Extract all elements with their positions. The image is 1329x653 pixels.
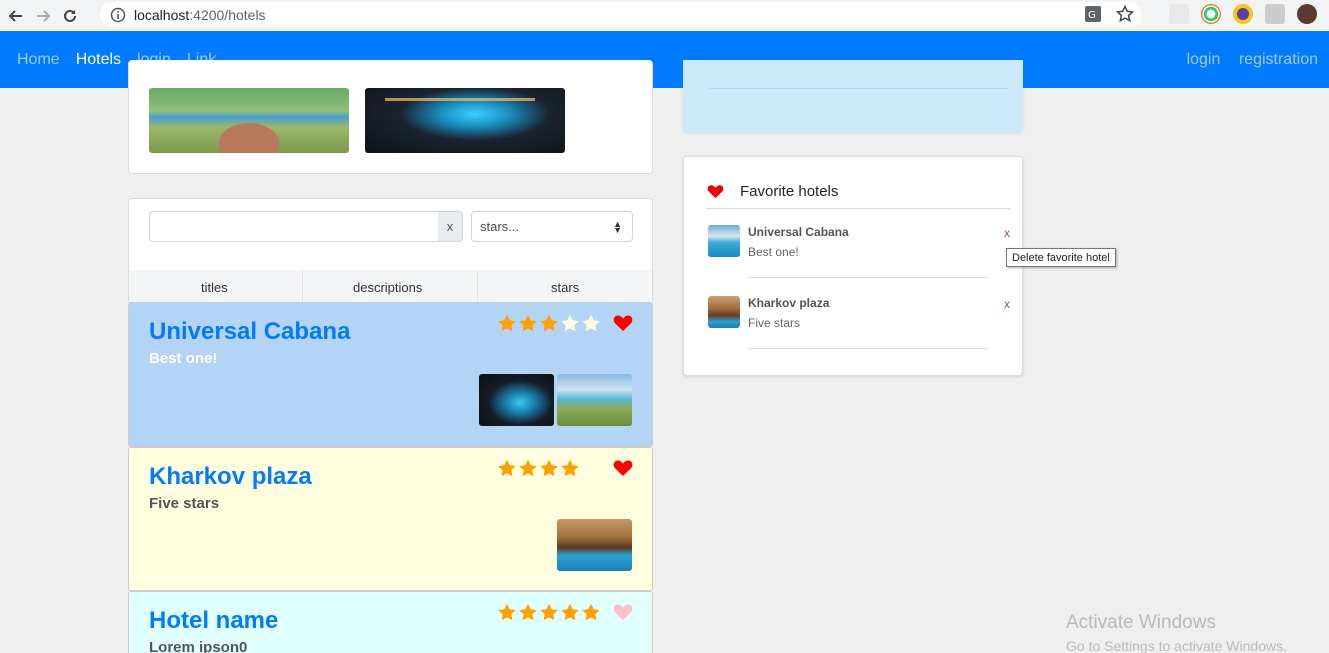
hotel-card[interactable]: Hotel name Lorem ipson0 <box>128 591 653 653</box>
filter-panel: x stars... ▲ ▼ <box>128 198 653 270</box>
star-icon[interactable] <box>518 458 538 478</box>
avatar[interactable] <box>1297 4 1317 24</box>
side-panel <box>683 60 1023 132</box>
forward-button[interactable] <box>32 5 54 27</box>
extension-icon[interactable] <box>1169 4 1189 24</box>
nav-registration[interactable]: registration <box>1239 51 1318 68</box>
extensions <box>1169 4 1317 24</box>
favorite-item: Kharkov plaza Five stars x <box>708 296 1010 356</box>
hotel-description: Lorem ipson0 <box>149 639 248 653</box>
star-icon[interactable] <box>518 602 538 622</box>
hotel-thumbnails <box>557 519 632 571</box>
hotel-thumbnail[interactable] <box>557 374 632 426</box>
hotel-thumbnail[interactable] <box>479 374 554 426</box>
delete-favorite-button[interactable]: x <box>1004 226 1010 240</box>
favorite-item: Universal Cabana Best one! x <box>708 225 1010 285</box>
star-icon[interactable] <box>581 313 601 333</box>
tooltip: Delete favorite hotel <box>1006 248 1116 267</box>
info-icon[interactable] <box>110 7 126 23</box>
svg-text:G: G <box>1088 10 1096 21</box>
favorite-name[interactable]: Universal Cabana <box>748 225 849 239</box>
hotel-gallery-card <box>128 60 653 174</box>
favorite-description: Five stars <box>748 316 801 330</box>
reload-button[interactable] <box>59 5 81 27</box>
hotel-description: Best one! <box>149 350 218 367</box>
heart-icon <box>613 604 633 620</box>
sort-descriptions[interactable]: descriptions <box>353 280 422 295</box>
star-icon[interactable] <box>560 458 580 478</box>
favorite-thumbnail[interactable] <box>708 225 740 257</box>
url-host: localhost <box>134 6 190 23</box>
hotel-name[interactable]: Universal Cabana <box>149 318 350 346</box>
star-icon[interactable] <box>539 602 559 622</box>
address-bar[interactable]: localhost:4200/hotels G <box>100 2 1142 27</box>
watermark-line-1: Activate Windows <box>1066 612 1216 633</box>
translate-icon[interactable]: G <box>1084 5 1102 23</box>
star-rating[interactable] <box>497 458 601 478</box>
star-icon[interactable] <box>518 313 538 333</box>
favorite-description: Best one! <box>748 245 799 259</box>
hotel-thumbnail[interactable] <box>557 519 632 571</box>
favorite-thumbnail[interactable] <box>708 296 740 328</box>
hotel-card[interactable]: Kharkov plaza Five stars <box>128 447 653 591</box>
back-arrow-icon <box>8 9 22 22</box>
forward-arrow-icon <box>37 9 51 22</box>
heart-icon <box>613 460 633 476</box>
hotel-name[interactable]: Kharkov plaza <box>149 463 312 491</box>
favorite-heart-icon[interactable] <box>613 459 633 482</box>
nav-right: login registration <box>1173 51 1318 69</box>
reload-icon <box>64 9 76 22</box>
star-icon[interactable] <box>497 602 517 622</box>
sort-titles[interactable]: titles <box>201 280 228 295</box>
url-text: localhost:4200/hotels <box>134 7 266 23</box>
extension-icon[interactable] <box>1201 4 1221 24</box>
hotel-card[interactable]: Universal Cabana Best one! <box>128 302 653 447</box>
windows-activation-watermark: Activate Windows Go to Settings to activ… <box>1066 612 1287 653</box>
watermark-line-2: Go to Settings to activate Windows. <box>1066 638 1287 653</box>
stars-select[interactable]: stars... ▲ ▼ <box>471 211 633 242</box>
stars-select-value: stars... <box>480 219 520 234</box>
bookmark-star-icon[interactable] <box>1116 5 1134 23</box>
gallery-photo[interactable] <box>365 88 565 153</box>
gallery-photo[interactable] <box>149 88 349 153</box>
star-rating[interactable] <box>497 602 601 622</box>
heart-icon <box>707 185 724 199</box>
favorite-heart-icon[interactable] <box>613 314 633 337</box>
sort-bar: titles descriptions stars <box>128 270 653 302</box>
nav-login-right[interactable]: login <box>1187 51 1221 68</box>
nav-home[interactable]: Home <box>17 51 60 69</box>
star-icon[interactable] <box>497 313 517 333</box>
favorite-name[interactable]: Kharkov plaza <box>748 296 829 310</box>
star-icon[interactable] <box>497 458 517 478</box>
star-icon[interactable] <box>581 602 601 622</box>
star-icon[interactable] <box>560 313 580 333</box>
hotel-thumbnails <box>479 374 632 426</box>
star-icon[interactable] <box>539 458 559 478</box>
star-icon[interactable] <box>560 602 580 622</box>
favorite-hotels-panel: Favorite hotels Universal Cabana Best on… <box>683 156 1023 376</box>
heart-icon <box>613 315 633 331</box>
back-button[interactable] <box>5 5 27 27</box>
favorite-heart-icon[interactable] <box>613 603 633 626</box>
nav-hotels[interactable]: Hotels <box>76 51 121 69</box>
favorite-hotels-title: Favorite hotels <box>740 183 839 200</box>
select-caret-icon: ▲ ▼ <box>613 219 622 235</box>
hotel-name[interactable]: Hotel name <box>149 607 278 635</box>
star-icon[interactable] <box>539 313 559 333</box>
star-icon[interactable] <box>581 458 601 478</box>
sort-stars[interactable]: stars <box>551 280 579 295</box>
extension-icon[interactable] <box>1233 4 1253 24</box>
star-rating[interactable] <box>497 313 601 333</box>
delete-favorite-button[interactable]: x <box>1004 297 1010 311</box>
search-input[interactable] <box>149 211 439 242</box>
url-path: :4200/hotels <box>189 6 266 23</box>
clear-search-button[interactable]: x <box>438 211 463 242</box>
hotel-description: Five stars <box>149 495 220 512</box>
extension-icon[interactable] <box>1265 4 1285 24</box>
browser-toolbar: localhost:4200/hotels G <box>0 0 1329 31</box>
